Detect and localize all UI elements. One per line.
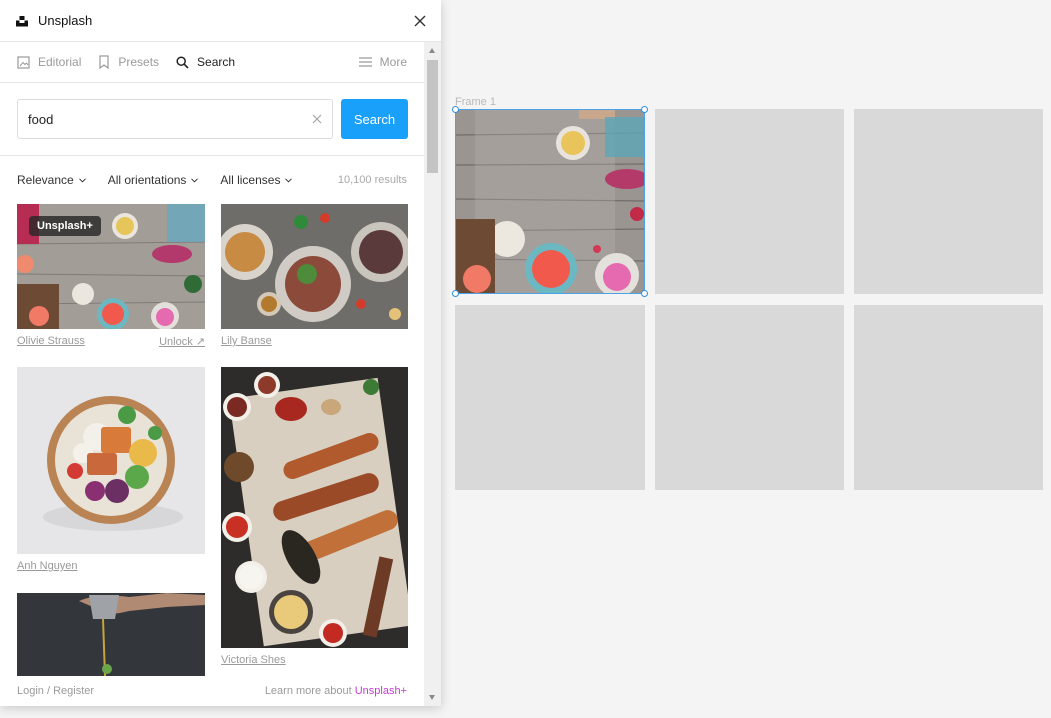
chevron-down-icon [78,177,86,183]
more-menu-button[interactable]: More [358,55,407,69]
frame-tile-empty[interactable] [455,305,645,490]
photo-credit-link[interactable]: Olivie Strauss [17,335,85,347]
search-button[interactable]: Search [341,99,408,139]
license-dropdown[interactable]: All licenses [220,173,293,187]
login-register-link[interactable]: Login / Register [17,685,94,697]
search-icon [176,55,189,69]
filters-bar: Relevance All orientations All licenses … [0,156,424,204]
photo-credit-link[interactable]: Lily Banse [221,335,272,347]
unlock-link[interactable]: Unlock ↗ [159,335,205,348]
search-input[interactable] [28,111,312,127]
photo-credit-link[interactable]: Victoria Shes [221,654,286,666]
unsplash-logo-icon [16,15,28,26]
license-label: All licenses [220,173,281,187]
image-icon [17,55,30,69]
frame-tile-empty[interactable] [655,305,844,490]
search-field[interactable] [17,99,333,139]
tab-label: Editorial [38,55,82,69]
tab-editorial[interactable]: Editorial [17,55,81,69]
results-count: 10,100 results [337,174,407,186]
food-photo-thumbnail [454,109,649,297]
oil-pour-image [17,593,205,676]
scrollbar[interactable] [424,42,441,706]
photo-grid: Unsplash+ Olivie Strauss Unlock ↗ Lily B… [0,204,424,676]
plugin-footer: Login / Register Learn more about Unspla… [0,676,424,706]
search-row: Search [0,83,424,156]
more-label: More [379,55,407,69]
grilled-meat-image [221,367,408,648]
photo-credit-link[interactable]: Anh Nguyen [17,560,78,572]
tab-search[interactable]: Search [176,55,235,69]
frame-tile-empty[interactable] [655,109,844,294]
close-icon[interactable] [413,14,427,28]
scroll-thumb[interactable] [427,60,438,173]
photo-card[interactable]: Victoria Shes [221,367,408,669]
plugin-title: Unsplash [38,13,93,28]
frame-tile-empty[interactable] [854,109,1043,294]
plugin-tab-bar: Editorial Presets Search More [0,42,424,83]
sort-label: Relevance [17,173,74,187]
photo-card[interactable]: Unsplash+ Olivie Strauss Unlock ↗ [17,204,205,354]
tab-label: Presets [118,55,160,69]
sort-dropdown[interactable]: Relevance [17,173,86,187]
orientation-label: All orientations [107,173,187,187]
unsplash-plus-badge: Unsplash+ [29,216,101,236]
photo-image[interactable] [221,367,408,648]
scroll-up-arrow-icon[interactable] [429,48,435,53]
unsplash-plugin-panel: Unsplash Editorial Presets Search More f… [0,0,441,706]
tab-label: Search [197,55,236,69]
chevron-down-icon [285,177,293,183]
frame-label[interactable]: Frame 1 [455,96,496,108]
learn-more-text: Learn more about Unsplash+ [265,685,407,697]
photo-image[interactable] [17,367,205,554]
photo-card[interactable] [17,593,205,676]
scroll-down-arrow-icon[interactable] [429,695,435,700]
chevron-down-icon [191,177,199,183]
photo-image[interactable] [17,593,205,676]
bookmark-icon [99,55,109,69]
photo-card[interactable]: Anh Nguyen [17,367,205,577]
photo-image[interactable]: Unsplash+ [17,204,205,329]
food-bowls-image [221,204,408,329]
frame-tile-filled[interactable] [454,109,649,297]
photo-image[interactable] [221,204,408,329]
learn-more-prefix: Learn more about [264,685,355,697]
plugin-titlebar: Unsplash [0,0,441,42]
orientation-dropdown[interactable]: All orientations [108,173,199,187]
salad-bowl-image [17,367,205,554]
photo-card[interactable]: Lily Banse [221,204,408,354]
hamburger-menu-icon [358,57,372,67]
clear-search-icon[interactable] [312,114,322,124]
tab-presets[interactable]: Presets [98,55,159,69]
frame-tile-empty[interactable] [854,305,1043,490]
unsplash-plus-link[interactable]: Unsplash+ [355,685,407,697]
